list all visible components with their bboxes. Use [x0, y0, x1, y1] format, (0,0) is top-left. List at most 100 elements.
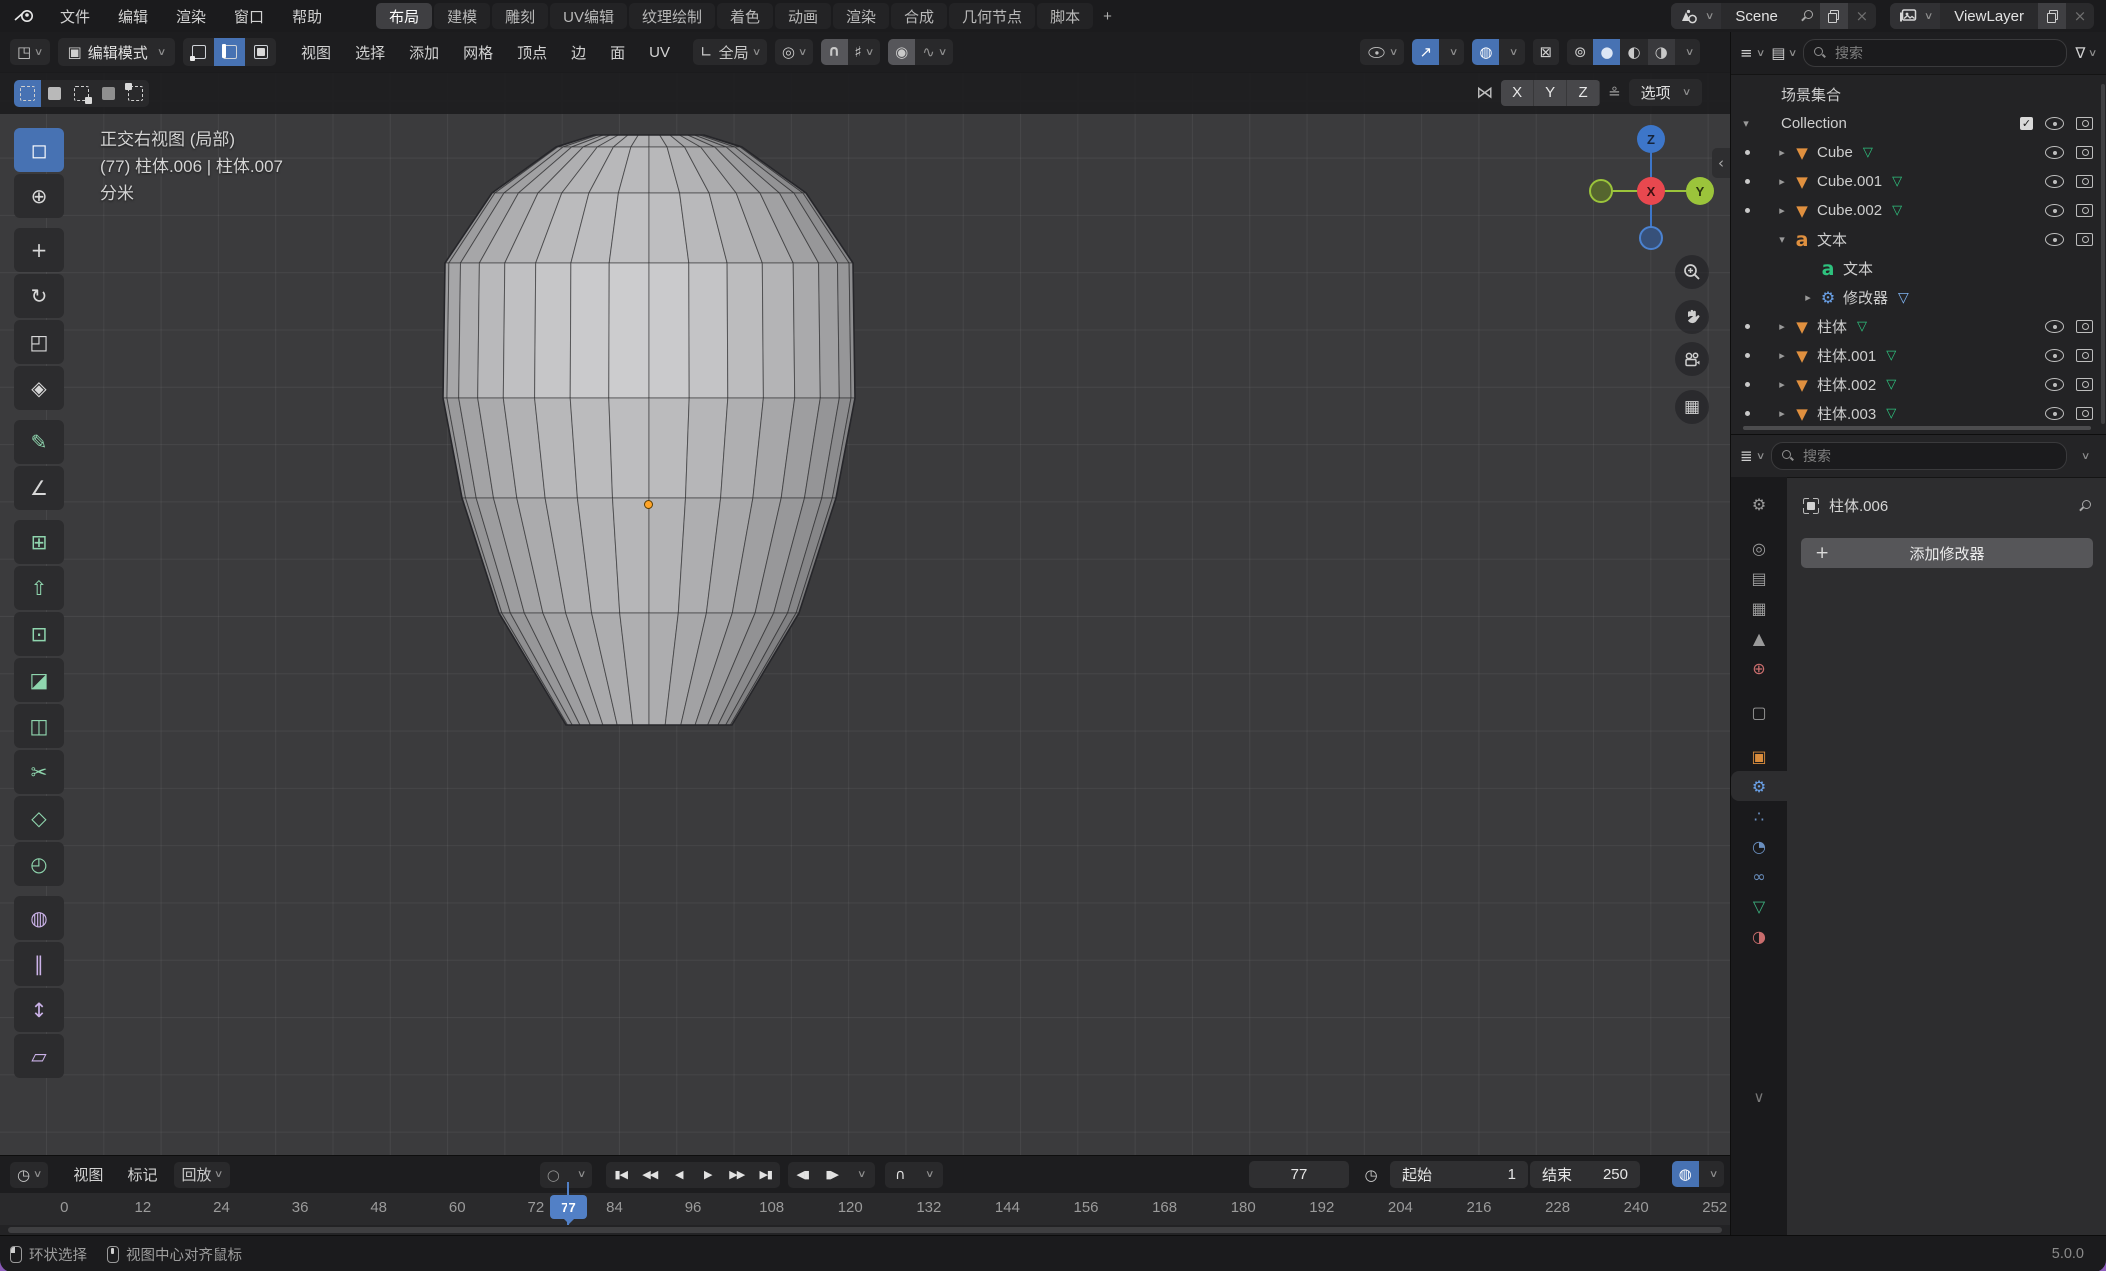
gizmo-y-negative[interactable]	[1589, 179, 1613, 203]
timeline-overlay-toggle[interactable]: ◍	[1672, 1161, 1699, 1187]
viewport-menu-item[interactable]: 面	[599, 40, 636, 64]
tab-particles[interactable]: ∴	[1731, 801, 1787, 831]
tool-rotate[interactable]: ↻	[14, 274, 64, 318]
loop-dropdown[interactable]: ∨	[914, 1162, 943, 1188]
frame-end-field[interactable]: 结束 250	[1530, 1161, 1640, 1188]
camera-visibility-toggle[interactable]	[2076, 204, 2093, 217]
play-button[interactable]: ▶	[693, 1162, 722, 1188]
camera-visibility-toggle[interactable]	[2076, 175, 2093, 188]
expand-arrow-icon[interactable]: ▸	[1773, 320, 1791, 333]
pan-button[interactable]	[1675, 300, 1709, 334]
hide-eye-toggle[interactable]	[2045, 204, 2064, 217]
proportional-falloff-selector[interactable]: ∿∨	[915, 39, 953, 65]
jump-to-end-button[interactable]: ▶▮	[751, 1162, 780, 1188]
jump-to-start-button[interactable]: ▮◀	[606, 1162, 635, 1188]
hide-eye-toggle[interactable]	[2045, 407, 2064, 420]
mirror-axis-button[interactable]: X	[1501, 80, 1534, 106]
delete-scene-button[interactable]: ×	[1848, 3, 1876, 29]
object-name[interactable]: Cube	[1817, 144, 1853, 161]
tool-shrink-fatten[interactable]: ↕	[14, 988, 64, 1032]
camera-visibility-toggle[interactable]	[2076, 320, 2093, 333]
select-intersect-button[interactable]	[122, 80, 149, 107]
tool-select-box[interactable]: ◻	[14, 128, 64, 172]
vertex-select-button[interactable]	[183, 38, 214, 66]
hide-eye-toggle[interactable]	[2045, 320, 2064, 333]
proportional-edit-toggle[interactable]: ◉	[888, 39, 915, 65]
outliner-row[interactable]: ▸ ▼ 柱体 ▽ ✓	[1731, 312, 2099, 341]
outliner-row[interactable]: a 文本 ▽ ✓	[1731, 254, 2099, 283]
tab-constraints[interactable]: ∞	[1731, 861, 1787, 891]
viewport-menu-item[interactable]: 边	[560, 40, 597, 64]
camera-visibility-toggle[interactable]	[2076, 378, 2093, 391]
tab-collection[interactable]: ▢	[1731, 697, 1787, 727]
material-preview-button[interactable]: ◐	[1620, 39, 1647, 65]
tool-cursor[interactable]: ⊕	[14, 174, 64, 218]
viewport-menu-item[interactable]: 添加	[398, 40, 450, 64]
tool-knife[interactable]: ✂	[14, 750, 64, 794]
tab-view-layer[interactable]: ▦	[1731, 593, 1787, 623]
tool-transform[interactable]: ◈	[14, 366, 64, 410]
tool-shear[interactable]: ▱	[14, 1034, 64, 1078]
outliner-row[interactable]: ▸ ⚙ 修改器 ▽ ✓	[1731, 283, 2099, 312]
object-name[interactable]: Cube.002	[1817, 202, 1882, 219]
tool-spin[interactable]: ◴	[14, 842, 64, 886]
show-overlays-toggle[interactable]: ◍	[1472, 39, 1499, 65]
viewport-menu-item[interactable]: 视图	[290, 40, 342, 64]
viewlayer-name[interactable]: ViewLayer	[1940, 8, 2038, 25]
snap-target-selector[interactable]: ♯∨	[848, 39, 881, 65]
zoom-button[interactable]	[1675, 255, 1709, 289]
mode-selector[interactable]: ▣ 编辑模式 ∨	[58, 38, 176, 66]
tab-material[interactable]: ◑	[1731, 921, 1787, 951]
collection-checkbox[interactable]: ✓	[2020, 117, 2033, 130]
object-name[interactable]: 文本	[1817, 229, 1847, 250]
outliner-row[interactable]: ▸ ▼ Cube.002 ▽ ✓	[1731, 196, 2099, 225]
expand-arrow-icon[interactable]: ▸	[1773, 175, 1791, 188]
viewport-menu-item[interactable]: 网格	[452, 40, 504, 64]
frame-back-button[interactable]: ◀▮	[788, 1162, 817, 1188]
shading-dropdown[interactable]: ∨	[1675, 39, 1700, 65]
select-invert-button[interactable]	[95, 80, 122, 107]
outliner-row[interactable]: ▸ ▼ Cube.001 ▽ ✓	[1731, 167, 2099, 196]
mirror-axis-button[interactable]: Y	[1534, 80, 1567, 106]
new-viewlayer-button[interactable]	[2038, 3, 2066, 29]
outliner-row[interactable]: ▸ ▼ 柱体.002 ▽ ✓	[1731, 370, 2099, 399]
visibility-selector[interactable]: ∨	[1360, 39, 1404, 65]
show-gizmo-toggle[interactable]: ↗	[1412, 39, 1439, 65]
tool-measure[interactable]: ∠	[14, 466, 64, 510]
properties-options-button[interactable]: ∨	[2073, 443, 2099, 469]
outliner-vscrollbar[interactable]	[2101, 84, 2105, 424]
mirror-axis-button[interactable]: Z	[1567, 80, 1600, 106]
use-preview-range-toggle[interactable]: ◷	[1358, 1162, 1384, 1188]
outliner-search-input[interactable]	[1833, 44, 2056, 62]
transform-orientation[interactable]: ∟全局∨	[693, 39, 767, 65]
solid-shading-button[interactable]: ●	[1593, 39, 1620, 65]
camera-visibility-toggle[interactable]	[2076, 117, 2093, 130]
hide-eye-toggle[interactable]	[2045, 233, 2064, 246]
playback-menu[interactable]: 回放∨	[174, 1162, 229, 1188]
tab-world[interactable]: ⊕	[1731, 653, 1787, 683]
camera-visibility-toggle[interactable]	[2076, 407, 2093, 420]
face-select-button[interactable]	[245, 38, 276, 66]
outliner-hscrollbar[interactable]	[1743, 426, 2091, 430]
expand-arrow-icon[interactable]: ▸	[1773, 407, 1791, 420]
object-name[interactable]: 柱体	[1817, 316, 1847, 337]
expand-arrow-icon[interactable]: ▸	[1773, 146, 1791, 159]
select-new-button[interactable]	[14, 80, 41, 107]
hide-eye-toggle[interactable]	[2045, 117, 2064, 130]
tool-add-cube[interactable]: ⊞	[14, 520, 64, 564]
object-name[interactable]: 修改器	[1843, 287, 1888, 308]
toggle-perspective-button[interactable]: ▦	[1675, 390, 1709, 424]
tab-scene[interactable]: ▲	[1731, 623, 1787, 653]
tool-move[interactable]: +	[14, 228, 64, 272]
delete-viewlayer-button[interactable]: ×	[2066, 3, 2094, 29]
outliner-row[interactable]: ▾ a 文本 ▽ ✓	[1731, 225, 2099, 254]
timeline-menu-item[interactable]: 视图	[62, 1163, 114, 1187]
expand-arrow-icon[interactable]: ▾	[1737, 117, 1755, 130]
scene-name[interactable]: Scene	[1721, 8, 1792, 25]
outliner-row[interactable]: 场景集合 ▽ ✓	[1731, 80, 2099, 109]
gizmo-y-axis[interactable]: Y	[1686, 177, 1714, 205]
hide-eye-toggle[interactable]	[2045, 349, 2064, 362]
gizmo-dropdown[interactable]: ∨	[1439, 39, 1464, 65]
hide-eye-toggle[interactable]	[2045, 175, 2064, 188]
breadcrumb-object-name[interactable]: 柱体.006	[1829, 495, 1888, 516]
